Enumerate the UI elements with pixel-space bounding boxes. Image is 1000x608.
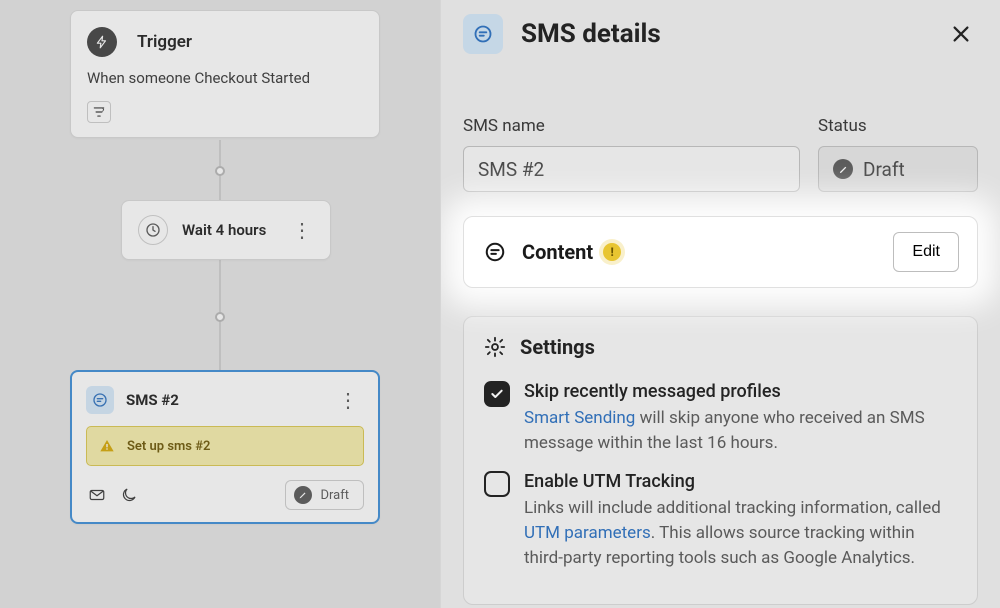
edit-button[interactable]: Edit bbox=[893, 232, 959, 272]
sms-name-input[interactable]: SMS #2 bbox=[463, 146, 800, 192]
utm-parameters-link[interactable]: UTM parameters bbox=[524, 523, 651, 543]
setting-enable-utm-tracking[interactable]: Enable UTM Tracking Links will include a… bbox=[484, 471, 957, 570]
sms-icon bbox=[463, 14, 503, 54]
panel-title: SMS details bbox=[521, 19, 661, 49]
checkbox-unchecked-icon[interactable] bbox=[484, 471, 510, 497]
setting-description: Smart Sending will skip anyone who recei… bbox=[524, 406, 957, 455]
pencil-icon bbox=[294, 486, 312, 504]
sms-warning-banner[interactable]: Set up sms #2 bbox=[86, 426, 364, 466]
content-title: Content bbox=[522, 240, 593, 264]
setting-description-pre: Links will include additional tracking i… bbox=[524, 498, 941, 518]
panel-header: SMS details bbox=[441, 0, 1000, 68]
connector-node[interactable] bbox=[215, 312, 225, 322]
sms-warning-text: Set up sms #2 bbox=[127, 439, 210, 454]
moon-icon[interactable] bbox=[118, 484, 140, 506]
status-select[interactable]: Draft bbox=[818, 146, 978, 192]
gear-icon bbox=[484, 336, 506, 358]
trigger-card[interactable]: Trigger When someone Checkout Started bbox=[70, 10, 380, 138]
smart-sending-link[interactable]: Smart Sending bbox=[524, 408, 635, 428]
setting-skip-recently-messaged[interactable]: Skip recently messaged profiles Smart Se… bbox=[484, 381, 957, 455]
trigger-title: Trigger bbox=[137, 32, 192, 52]
wait-label: Wait 4 hours bbox=[182, 221, 286, 239]
status-pill[interactable]: Draft bbox=[285, 480, 364, 510]
sms-card[interactable]: SMS #2 ⋮ Set up sms #2 bbox=[70, 370, 380, 524]
sms-title: SMS #2 bbox=[126, 391, 332, 409]
checkbox-checked-icon[interactable] bbox=[484, 381, 510, 407]
message-icon bbox=[482, 239, 508, 265]
setting-title: Skip recently messaged profiles bbox=[524, 381, 957, 402]
lightning-icon bbox=[87, 27, 117, 57]
connector-node[interactable] bbox=[215, 166, 225, 176]
flow-canvas[interactable]: Trigger When someone Checkout Started Wa… bbox=[0, 0, 440, 608]
settings-section: Settings Skip recently messaged profiles… bbox=[463, 316, 978, 605]
warning-icon: ! bbox=[603, 243, 621, 261]
setting-title: Enable UTM Tracking bbox=[524, 471, 957, 492]
trigger-description: When someone Checkout Started bbox=[87, 69, 363, 87]
sms-menu-button[interactable]: ⋮ bbox=[332, 388, 364, 412]
clock-icon bbox=[138, 215, 168, 245]
close-button[interactable] bbox=[944, 17, 978, 51]
status-label: Status bbox=[818, 116, 978, 136]
status-text: Draft bbox=[320, 488, 349, 503]
pencil-icon bbox=[833, 159, 853, 179]
sms-name-value: SMS #2 bbox=[478, 158, 544, 181]
settings-title: Settings bbox=[520, 335, 595, 359]
details-panel: SMS details SMS name SMS #2 Status bbox=[440, 0, 1000, 608]
sms-icon bbox=[86, 386, 114, 414]
status-value: Draft bbox=[863, 158, 905, 181]
filter-icon[interactable] bbox=[87, 101, 111, 123]
envelope-icon[interactable] bbox=[86, 484, 108, 506]
wait-card[interactable]: Wait 4 hours ⋮ bbox=[121, 200, 331, 260]
wait-menu-button[interactable]: ⋮ bbox=[286, 218, 318, 242]
sms-name-label: SMS name bbox=[463, 116, 800, 136]
content-section: Content ! Edit bbox=[441, 216, 1000, 288]
setting-description: Links will include additional tracking i… bbox=[524, 496, 957, 570]
warning-icon bbox=[99, 438, 115, 454]
